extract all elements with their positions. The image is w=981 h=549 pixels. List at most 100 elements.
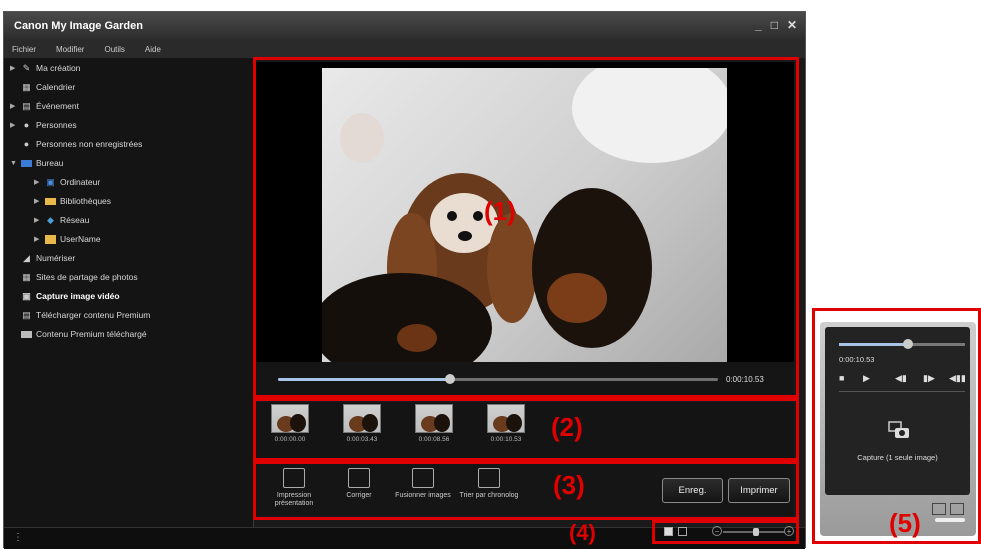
tree-item-label: Bureau bbox=[36, 158, 64, 168]
captured-frame-thumbnail[interactable]: 0:00:08.56 bbox=[402, 404, 466, 452]
user-folder-icon bbox=[45, 234, 56, 244]
edit-icon: ✎ bbox=[22, 62, 31, 73]
play-icon[interactable]: ▶ bbox=[863, 373, 870, 384]
thumbnail-view-icon[interactable] bbox=[678, 527, 687, 536]
tree-item-sites-partage[interactable]: ▦ Sites de partage de photos bbox=[21, 269, 137, 285]
frame-timestamp: 0:00:08.56 bbox=[418, 436, 450, 443]
single-view-icon[interactable] bbox=[664, 527, 673, 536]
expand-arrow-icon[interactable]: ▶ bbox=[10, 102, 18, 110]
download-icon: ▤ bbox=[22, 309, 31, 320]
maximize-button[interactable]: □ bbox=[771, 18, 778, 32]
callout-number-2: (2) bbox=[551, 412, 583, 442]
tree-item-contenu-premium[interactable]: Contenu Premium téléchargé bbox=[21, 326, 147, 342]
seek-progress bbox=[278, 378, 450, 381]
menu-outils[interactable]: Outils bbox=[104, 45, 124, 54]
zoom-out-icon[interactable]: − bbox=[712, 526, 722, 536]
scan-icon: ◢ bbox=[23, 252, 30, 263]
expand-arrow-icon[interactable]: ▶ bbox=[10, 121, 18, 129]
expand-arrow-icon[interactable]: ▶ bbox=[34, 178, 42, 186]
tree-item-ma-creation[interactable]: ▶ ✎ Ma création bbox=[10, 60, 80, 76]
expand-arrow-icon[interactable]: ▶ bbox=[34, 197, 42, 205]
tree-item-capture-image-video[interactable]: ▣ Capture image vidéo bbox=[21, 288, 120, 304]
expand-arrow-icon[interactable]: ▶ bbox=[34, 235, 42, 243]
video-preview bbox=[256, 62, 794, 363]
trier-par-chronolog-button[interactable]: Trier par chronolog bbox=[454, 468, 524, 500]
tree-item-bureau[interactable]: ▼ Bureau bbox=[10, 155, 63, 171]
collapse-arrow-icon[interactable]: ▼ bbox=[10, 160, 18, 167]
tree-item-telecharger-premium[interactable]: ▤ Télécharger contenu Premium bbox=[21, 307, 150, 323]
seek-handle[interactable] bbox=[444, 374, 455, 384]
menu-fichier[interactable]: Fichier bbox=[12, 45, 36, 54]
action-label: Fusionner images bbox=[395, 492, 451, 499]
print-button[interactable]: Imprimer bbox=[728, 478, 790, 503]
stop-icon[interactable]: ■ bbox=[839, 373, 844, 383]
minimize-button[interactable]: _ bbox=[755, 18, 762, 32]
captured-frame-thumbnail[interactable]: 0:00:00.00 bbox=[258, 404, 322, 452]
captured-frames-list: 0:00:00.00 0:00:03.43 0:00:08.56 0:00:10… bbox=[256, 402, 794, 458]
callout-number-4: (4) bbox=[569, 520, 596, 545]
frame-timestamp: 0:00:03.43 bbox=[346, 436, 378, 443]
panel-seek-bar[interactable] bbox=[839, 339, 965, 349]
tree-item-evenement[interactable]: ▶ ▤ Événement bbox=[10, 98, 79, 114]
window-title: Canon My Image Garden bbox=[14, 20, 143, 32]
action-label: Trier par chronolog bbox=[459, 492, 519, 499]
previous-frame-icon[interactable]: ◀▮ bbox=[895, 373, 907, 384]
callout-number-5: (5) bbox=[889, 508, 921, 538]
capture-panel-content: 0:00:10.53 ■ ▶ ◀▮ ▮▶ ◀▮▮ Capture (1 seul… bbox=[825, 327, 970, 495]
action-label: Impression présentation bbox=[274, 492, 314, 507]
callout-number-3: (3) bbox=[553, 470, 585, 500]
menu-modifier[interactable]: Modifier bbox=[56, 45, 84, 54]
tree-item-reseau[interactable]: ▶ ◆ Réseau bbox=[34, 212, 89, 228]
tree-item-label: Calendrier bbox=[36, 82, 76, 92]
zoom-slider[interactable] bbox=[723, 528, 785, 536]
tree-item-label: Personnes bbox=[36, 120, 77, 130]
panel-current-time: 0:00:10.53 bbox=[839, 355, 875, 364]
captured-frame-thumbnail[interactable]: 0:00:10.53 bbox=[474, 404, 538, 452]
multi-capture-icon[interactable] bbox=[932, 503, 946, 515]
expand-arrow-icon[interactable]: ▶ bbox=[34, 216, 42, 224]
menu-bar: Fichier Modifier Outils Aide bbox=[4, 40, 805, 58]
impression-presentation-button[interactable]: Impression présentation bbox=[259, 468, 329, 508]
sort-time-icon bbox=[478, 468, 500, 488]
zoom-in-icon[interactable]: + bbox=[784, 526, 794, 536]
expand-arrow-icon[interactable]: ▶ bbox=[10, 64, 18, 72]
camera-capture-icon[interactable] bbox=[888, 421, 910, 439]
view-zoom-bar: − + bbox=[658, 524, 794, 542]
tree-item-label: Événement bbox=[36, 101, 79, 111]
tree-item-personnes-non-enregistrees[interactable]: ● Personnes non enregistrées bbox=[21, 136, 143, 152]
save-button[interactable]: Enreg. bbox=[662, 478, 723, 503]
tree-item-numeriser[interactable]: ◢ Numériser bbox=[21, 250, 75, 266]
panel-size-slider[interactable] bbox=[935, 518, 965, 522]
captured-frame-thumbnail[interactable]: 0:00:03.43 bbox=[330, 404, 394, 452]
tree-item-calendrier[interactable]: ▦ Calendrier bbox=[21, 79, 75, 95]
more-options-icon[interactable]: ⋮ bbox=[13, 532, 23, 543]
capture-label: Capture (1 seule image) bbox=[857, 453, 938, 462]
tree-item-bibliotheques[interactable]: ▶ Bibliothèques bbox=[34, 193, 111, 209]
tree-item-label: Ordinateur bbox=[60, 177, 101, 187]
next-frame-icon[interactable]: ▮▶ bbox=[923, 373, 935, 384]
action-label: Corriger bbox=[346, 492, 372, 499]
network-icon: ◆ bbox=[47, 214, 54, 225]
correct-icon bbox=[348, 468, 370, 488]
tree-item-label: Contenu Premium téléchargé bbox=[36, 329, 147, 339]
panel-seek-handle[interactable] bbox=[903, 339, 914, 349]
single-capture-icon[interactable] bbox=[950, 503, 964, 515]
menu-aide[interactable]: Aide bbox=[145, 45, 161, 54]
tree-item-label: Réseau bbox=[60, 215, 90, 225]
tree-item-username[interactable]: ▶ UserName bbox=[34, 231, 101, 247]
zoom-handle[interactable] bbox=[753, 528, 759, 536]
desktop-icon bbox=[21, 159, 32, 167]
tree-item-ordinateur[interactable]: ▶ ▣ Ordinateur bbox=[34, 174, 100, 190]
action-bar: Impression présentation Corriger Fusionn… bbox=[256, 464, 794, 516]
tree-item-personnes[interactable]: ▶ ● Personnes bbox=[10, 117, 77, 133]
skip-back-icon[interactable]: ◀▮▮ bbox=[949, 373, 966, 384]
sidebar-tree: ▶ ✎ Ma création ▦ Calendrier ▶ ▤ Événeme… bbox=[4, 58, 254, 537]
fusionner-images-button[interactable]: Fusionner images bbox=[388, 468, 458, 500]
tree-item-label: Bibliothèques bbox=[60, 196, 112, 206]
seek-bar[interactable] bbox=[278, 374, 718, 384]
corriger-button[interactable]: Corriger bbox=[324, 468, 394, 500]
close-button[interactable]: ✕ bbox=[787, 18, 797, 32]
person-icon: ● bbox=[23, 139, 30, 149]
callout-number-1: (1) bbox=[484, 196, 516, 226]
tree-item-label: Capture image vidéo bbox=[36, 291, 120, 301]
